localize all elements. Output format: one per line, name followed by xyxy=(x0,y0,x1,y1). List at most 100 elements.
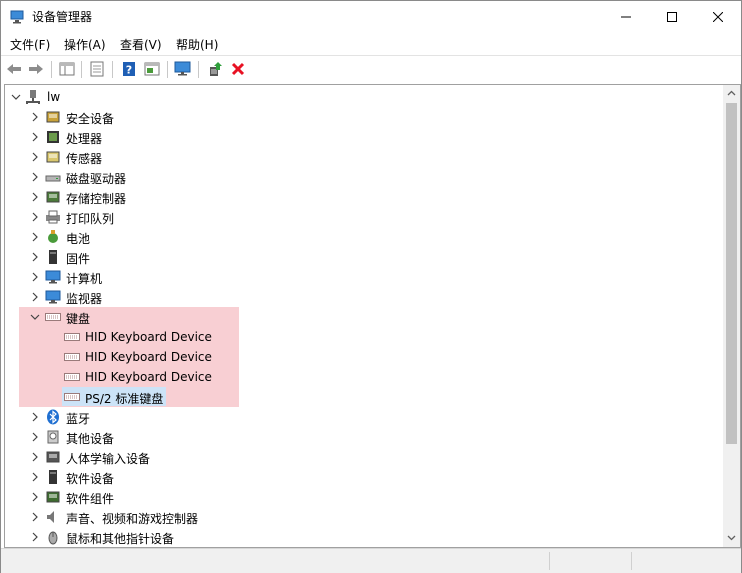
tree-category-row[interactable]: 鼠标和其他指针设备 xyxy=(5,527,705,547)
tree-category-row[interactable]: 磁盘驱动器 xyxy=(5,167,705,187)
tree-root-row[interactable]: lw xyxy=(5,87,705,107)
minimize-button[interactable] xyxy=(603,1,649,32)
tree-category-row[interactable]: 打印队列 xyxy=(5,207,705,227)
chevron-right-icon[interactable] xyxy=(30,532,40,542)
chevron-right-icon[interactable] xyxy=(30,212,40,222)
tree-device-label: PS/2 标准键盘 xyxy=(85,392,164,406)
printer-icon xyxy=(46,210,60,224)
scroll-up-icon[interactable] xyxy=(727,89,736,98)
toolbar-separator xyxy=(112,61,113,78)
tree-category-row[interactable]: 监视器 xyxy=(5,287,705,307)
close-button[interactable] xyxy=(695,1,741,32)
tree-category-label: 计算机 xyxy=(66,272,103,286)
back-button[interactable] xyxy=(4,59,24,79)
processor-icon xyxy=(47,131,59,143)
tree-category-row[interactable]: 存储控制器 xyxy=(5,187,705,207)
keyboard-icon xyxy=(64,393,80,401)
tree-category-row[interactable]: 其他设备 xyxy=(5,427,705,447)
chevron-right-icon[interactable] xyxy=(30,432,40,442)
tree-category-label: 固件 xyxy=(66,252,91,266)
tree-category-label: 蓝牙 xyxy=(66,412,91,426)
keyboard-icon xyxy=(45,313,61,321)
tree-category-row[interactable]: 蓝牙 xyxy=(5,407,705,427)
uninstall-device-button[interactable] xyxy=(228,59,248,79)
tree-device-row[interactable]: HID Keyboard Device xyxy=(5,367,705,387)
chevron-right-icon[interactable] xyxy=(30,272,40,282)
tree-device-row[interactable]: HID Keyboard Device xyxy=(5,327,705,347)
chevron-right-icon[interactable] xyxy=(30,172,40,182)
tree-category-label: 磁盘驱动器 xyxy=(66,172,127,186)
device-manager-app-icon xyxy=(10,10,24,24)
forward-arrow-icon xyxy=(29,64,43,74)
chevron-right-icon[interactable] xyxy=(30,452,40,462)
chevron-right-icon[interactable] xyxy=(30,292,40,302)
security-device-icon xyxy=(46,111,60,123)
tree-category-label: 存储控制器 xyxy=(66,192,127,206)
other-devices-icon xyxy=(47,430,59,444)
device-manager-window: 设备管理器 文件(F) 操作(A) 查看(V) 帮助(H) ? lw 安全设备 … xyxy=(0,0,742,573)
chevron-right-icon[interactable] xyxy=(30,412,40,422)
tree-category-row[interactable]: 安全设备 xyxy=(5,107,705,127)
tree-category-row[interactable]: 软件设备 xyxy=(5,467,705,487)
menu-view[interactable]: 查看(V) xyxy=(120,36,162,53)
chevron-down-icon[interactable] xyxy=(30,312,40,322)
tree-device-row[interactable]: PS/2 标准键盘 xyxy=(5,387,705,407)
show-hide-console-tree-button[interactable] xyxy=(57,59,77,79)
hid-icon xyxy=(46,451,60,463)
chevron-right-icon[interactable] xyxy=(30,492,40,502)
chevron-right-icon[interactable] xyxy=(30,232,40,242)
tree-category-row[interactable]: 软件组件 xyxy=(5,487,705,507)
help-button[interactable]: ? xyxy=(119,59,139,79)
tree-category-label: 电池 xyxy=(66,232,91,246)
maximize-icon xyxy=(667,11,677,22)
action-pane-button[interactable] xyxy=(142,59,162,79)
storage-controller-icon xyxy=(46,191,60,203)
chevron-right-icon[interactable] xyxy=(30,152,40,162)
chevron-down-icon[interactable] xyxy=(11,92,21,102)
tree-category-row[interactable]: 声音、视频和游戏控制器 xyxy=(5,507,705,527)
tree-category-row[interactable]: 传感器 xyxy=(5,147,705,167)
menu-action[interactable]: 操作(A) xyxy=(64,36,106,53)
tree-category-row[interactable]: 处理器 xyxy=(5,127,705,147)
computer-icon xyxy=(45,270,61,284)
tree-category-row[interactable]: 键盘 xyxy=(5,307,705,327)
tree-device-label: HID Keyboard Device xyxy=(85,330,212,344)
tree-category-row[interactable]: 计算机 xyxy=(5,267,705,287)
chevron-right-icon[interactable] xyxy=(30,252,40,262)
tree-category-label: 传感器 xyxy=(66,152,103,166)
vertical-scrollbar[interactable] xyxy=(723,85,740,547)
tree-category-row[interactable]: 电池 xyxy=(5,227,705,247)
chevron-right-icon[interactable] xyxy=(30,192,40,202)
tree-category-label: 声音、视频和游戏控制器 xyxy=(66,512,199,526)
disk-drive-icon xyxy=(45,175,61,182)
menu-help[interactable]: 帮助(H) xyxy=(176,36,218,53)
status-divider xyxy=(631,552,632,570)
tree-category-label: 监视器 xyxy=(66,292,103,306)
scroll-down-icon[interactable] xyxy=(727,533,736,542)
tree-device-row[interactable]: HID Keyboard Device xyxy=(5,347,705,367)
chevron-right-icon[interactable] xyxy=(30,112,40,122)
tree-category-row[interactable]: 固件 xyxy=(5,247,705,267)
chevron-right-icon[interactable] xyxy=(30,132,40,142)
properties-button[interactable] xyxy=(87,59,107,79)
update-driver-button[interactable] xyxy=(205,59,225,79)
maximize-button[interactable] xyxy=(649,1,695,32)
close-icon xyxy=(713,11,723,22)
forward-button[interactable] xyxy=(26,59,46,79)
chevron-right-icon[interactable] xyxy=(30,472,40,482)
toolbar-separator xyxy=(81,61,82,78)
help-icon: ? xyxy=(123,62,135,77)
scrollbar-thumb[interactable] xyxy=(726,103,737,444)
scan-hardware-button[interactable] xyxy=(173,59,193,79)
tree-category-label: 打印队列 xyxy=(66,212,115,226)
title-bar: 设备管理器 xyxy=(1,1,741,32)
battery-icon xyxy=(48,230,58,243)
menu-file[interactable]: 文件(F) xyxy=(10,36,50,53)
tree-category-row[interactable]: 人体学输入设备 xyxy=(5,447,705,467)
keyboard-icon xyxy=(64,333,80,341)
tree-category-label: 鼠标和其他指针设备 xyxy=(66,532,175,546)
tree-device-label: HID Keyboard Device xyxy=(85,350,212,364)
properties-icon xyxy=(90,61,104,77)
status-bar xyxy=(1,548,741,573)
chevron-right-icon[interactable] xyxy=(30,512,40,522)
